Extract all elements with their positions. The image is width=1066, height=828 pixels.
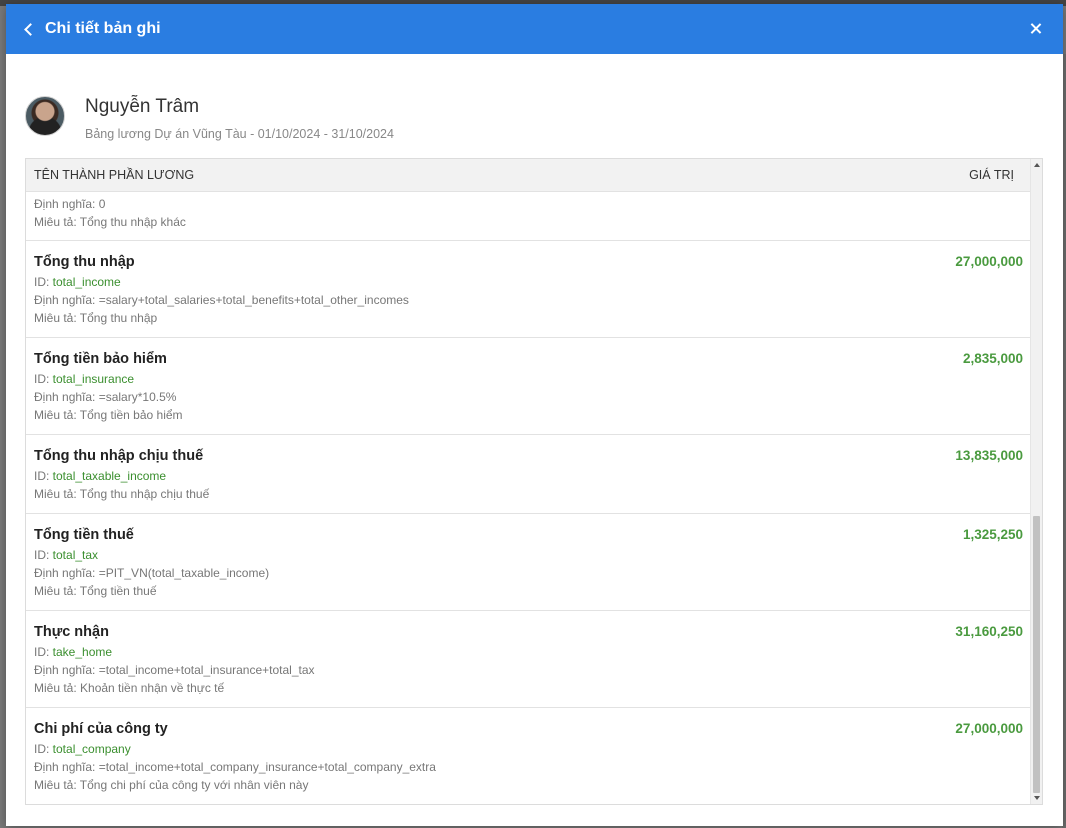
row-value: 13,835,000	[955, 448, 1023, 463]
row-id: ID: total_company	[34, 742, 131, 756]
row-definition: Định nghĩa: =salary*10.5%	[34, 390, 177, 404]
avatar	[25, 96, 65, 136]
close-icon[interactable]	[1027, 20, 1045, 38]
row-value: 1,325,250	[962, 527, 1023, 542]
chevron-left-icon[interactable]	[24, 23, 37, 36]
row-title: Tổng thu nhập	[34, 254, 135, 270]
table-row: Tổng tiền thuế 1,325,250 ID: total_tax Đ…	[26, 514, 1031, 611]
table-row: Tổng thu nhập 27,000,000 ID: total_incom…	[26, 241, 1031, 338]
employee-name: Nguyễn Trâm	[85, 96, 200, 117]
row-id: ID: total_income	[34, 275, 121, 289]
table-row: Tổng thu nhập chịu thuế 13,835,000 ID: t…	[26, 435, 1031, 514]
table-row: Thực nhận 31,160,250 ID: take_home Định …	[26, 611, 1031, 708]
payroll-subtitle: Bảng lương Dự án Vũng Tàu - 01/10/2024 -…	[85, 127, 394, 141]
employee-profile: Nguyễn Trâm Bảng lương Dự án Vũng Tàu - …	[25, 94, 394, 141]
row-value: 27,000,000	[955, 254, 1023, 269]
row-title: Tổng tiền thuế	[34, 527, 134, 543]
row-description: Miêu tả: Tổng chi phí của công ty với nh…	[34, 778, 309, 792]
table-body: Định nghĩa: 0 Miêu tả: Tổng thu nhập khá…	[26, 192, 1031, 804]
table-row: Định nghĩa: 0 Miêu tả: Tổng thu nhập khá…	[26, 192, 1031, 241]
row-id: ID: total_tax	[34, 548, 99, 562]
table-row: Chi phí của công ty 27,000,000 ID: total…	[26, 708, 1031, 804]
scroll-down-icon[interactable]	[1034, 796, 1040, 800]
column-header-value: GIÁ TRỊ	[969, 168, 1014, 182]
vertical-scrollbar[interactable]	[1030, 159, 1042, 804]
row-title: Thực nhận	[34, 624, 109, 640]
salary-components-table[interactable]: TÊN THÀNH PHẦN LƯƠNG GIÁ TRỊ Định nghĩa:…	[25, 158, 1043, 805]
row-definition: Định nghĩa: =salary+total_salaries+total…	[34, 293, 409, 307]
table-header: TÊN THÀNH PHẦN LƯƠNG GIÁ TRỊ	[26, 159, 1031, 192]
row-title: Tổng tiền bảo hiểm	[34, 351, 167, 367]
row-value: 2,835,000	[962, 351, 1023, 366]
row-description: Miêu tả: Khoản tiền nhận về thực tế	[34, 681, 225, 695]
row-id: ID: total_taxable_income	[34, 469, 167, 483]
row-title: Chi phí của công ty	[34, 721, 168, 737]
row-description: Miêu tả: Tổng thu nhập chịu thuế	[34, 487, 210, 501]
record-detail-modal: Chi tiết bản ghi Nguyễn Trâm Bảng lương …	[6, 4, 1063, 826]
row-definition: Định nghĩa: =total_income+total_company_…	[34, 760, 436, 774]
row-id: ID: take_home	[34, 645, 113, 659]
row-definition: Định nghĩa: =total_income+total_insuranc…	[34, 663, 315, 677]
row-description: Miêu tả: Tổng tiền bảo hiểm	[34, 408, 183, 422]
column-header-name: TÊN THÀNH PHẦN LƯƠNG	[34, 168, 195, 182]
back-button[interactable]: Chi tiết bản ghi	[24, 20, 161, 38]
row-title: Tổng thu nhập chịu thuế	[34, 448, 204, 464]
row-description: Miêu tả: Tổng thu nhập	[34, 311, 158, 325]
row-value: 31,160,250	[955, 624, 1023, 639]
row-description: Miêu tả: Tổng tiền thuế	[34, 584, 157, 598]
row-definition: Định nghĩa: 0	[34, 197, 106, 211]
row-description: Miêu tả: Tổng thu nhập khác	[34, 215, 186, 229]
scroll-up-icon[interactable]	[1034, 163, 1040, 167]
modal-title: Chi tiết bản ghi	[45, 20, 161, 37]
row-id: ID: total_insurance	[34, 372, 135, 386]
row-value: 27,000,000	[955, 721, 1023, 736]
table-row: Tổng tiền bảo hiểm 2,835,000 ID: total_i…	[26, 338, 1031, 435]
scrollbar-thumb[interactable]	[1033, 516, 1040, 793]
modal-header: Chi tiết bản ghi	[6, 4, 1063, 54]
row-definition: Định nghĩa: =PIT_VN(total_taxable_income…	[34, 566, 270, 580]
